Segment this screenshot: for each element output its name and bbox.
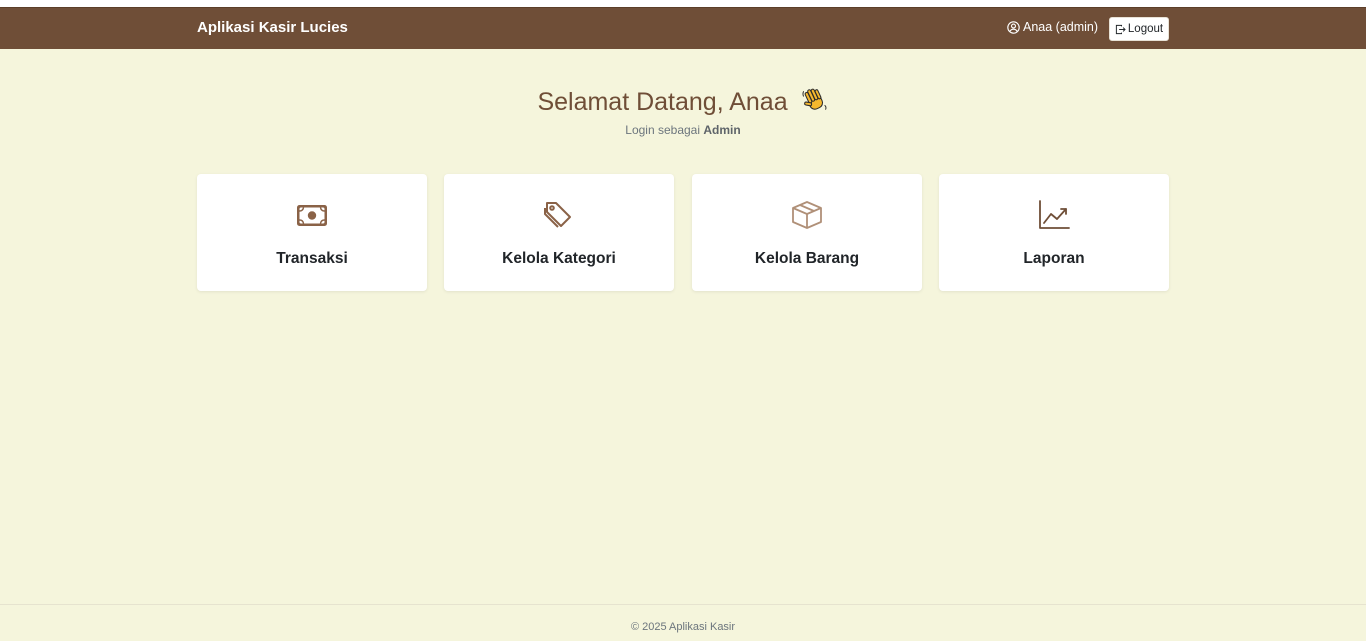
welcome-heading: Selamat Datang, Anaa	[0, 86, 1366, 121]
box-arrow-right-icon	[1115, 24, 1126, 35]
logout-label: Logout	[1127, 23, 1164, 35]
user-info: Anaa (admin)	[1007, 20, 1098, 34]
brand-link[interactable]: Aplikasi Kasir Lucies	[197, 19, 348, 36]
cash-icon	[197, 200, 427, 230]
menu-card-transaksi[interactable]: Transaksi	[197, 174, 427, 291]
menu-card-label: Transaksi	[276, 250, 348, 267]
box-icon	[692, 200, 922, 230]
navbar: Aplikasi Kasir Lucies Anaa (admin) Logou…	[0, 7, 1366, 49]
footer-copyright: © 2025 Aplikasi Kasir	[630, 621, 736, 633]
user-label: Anaa (admin)	[1023, 20, 1099, 34]
footer: © 2025 Aplikasi Kasir	[0, 604, 1366, 641]
menu-card-label: Laporan	[1023, 250, 1085, 267]
graph-up-icon	[939, 200, 1169, 230]
login-role-text: Login sebagai Admin	[0, 123, 1366, 137]
role-label: Admin	[703, 123, 741, 137]
waving-hand-icon	[801, 86, 829, 121]
welcome-title: Selamat Datang, Anaa	[537, 88, 788, 116]
menu-card-kelola-barang[interactable]: Kelola Barang	[692, 174, 922, 291]
login-prefix: Login sebagai	[625, 123, 701, 137]
menu-card-label: Kelola Barang	[754, 250, 860, 267]
top-strip	[0, 0, 1366, 7]
menu-card-laporan[interactable]: Laporan	[939, 174, 1169, 291]
logout-button[interactable]: Logout	[1109, 17, 1169, 41]
person-circle-icon	[1007, 20, 1020, 34]
menu-card-kelola-kategori[interactable]: Kelola Kategori	[444, 174, 674, 291]
tags-icon	[444, 200, 674, 230]
menu-card-label: Kelola Kategori	[502, 250, 616, 267]
